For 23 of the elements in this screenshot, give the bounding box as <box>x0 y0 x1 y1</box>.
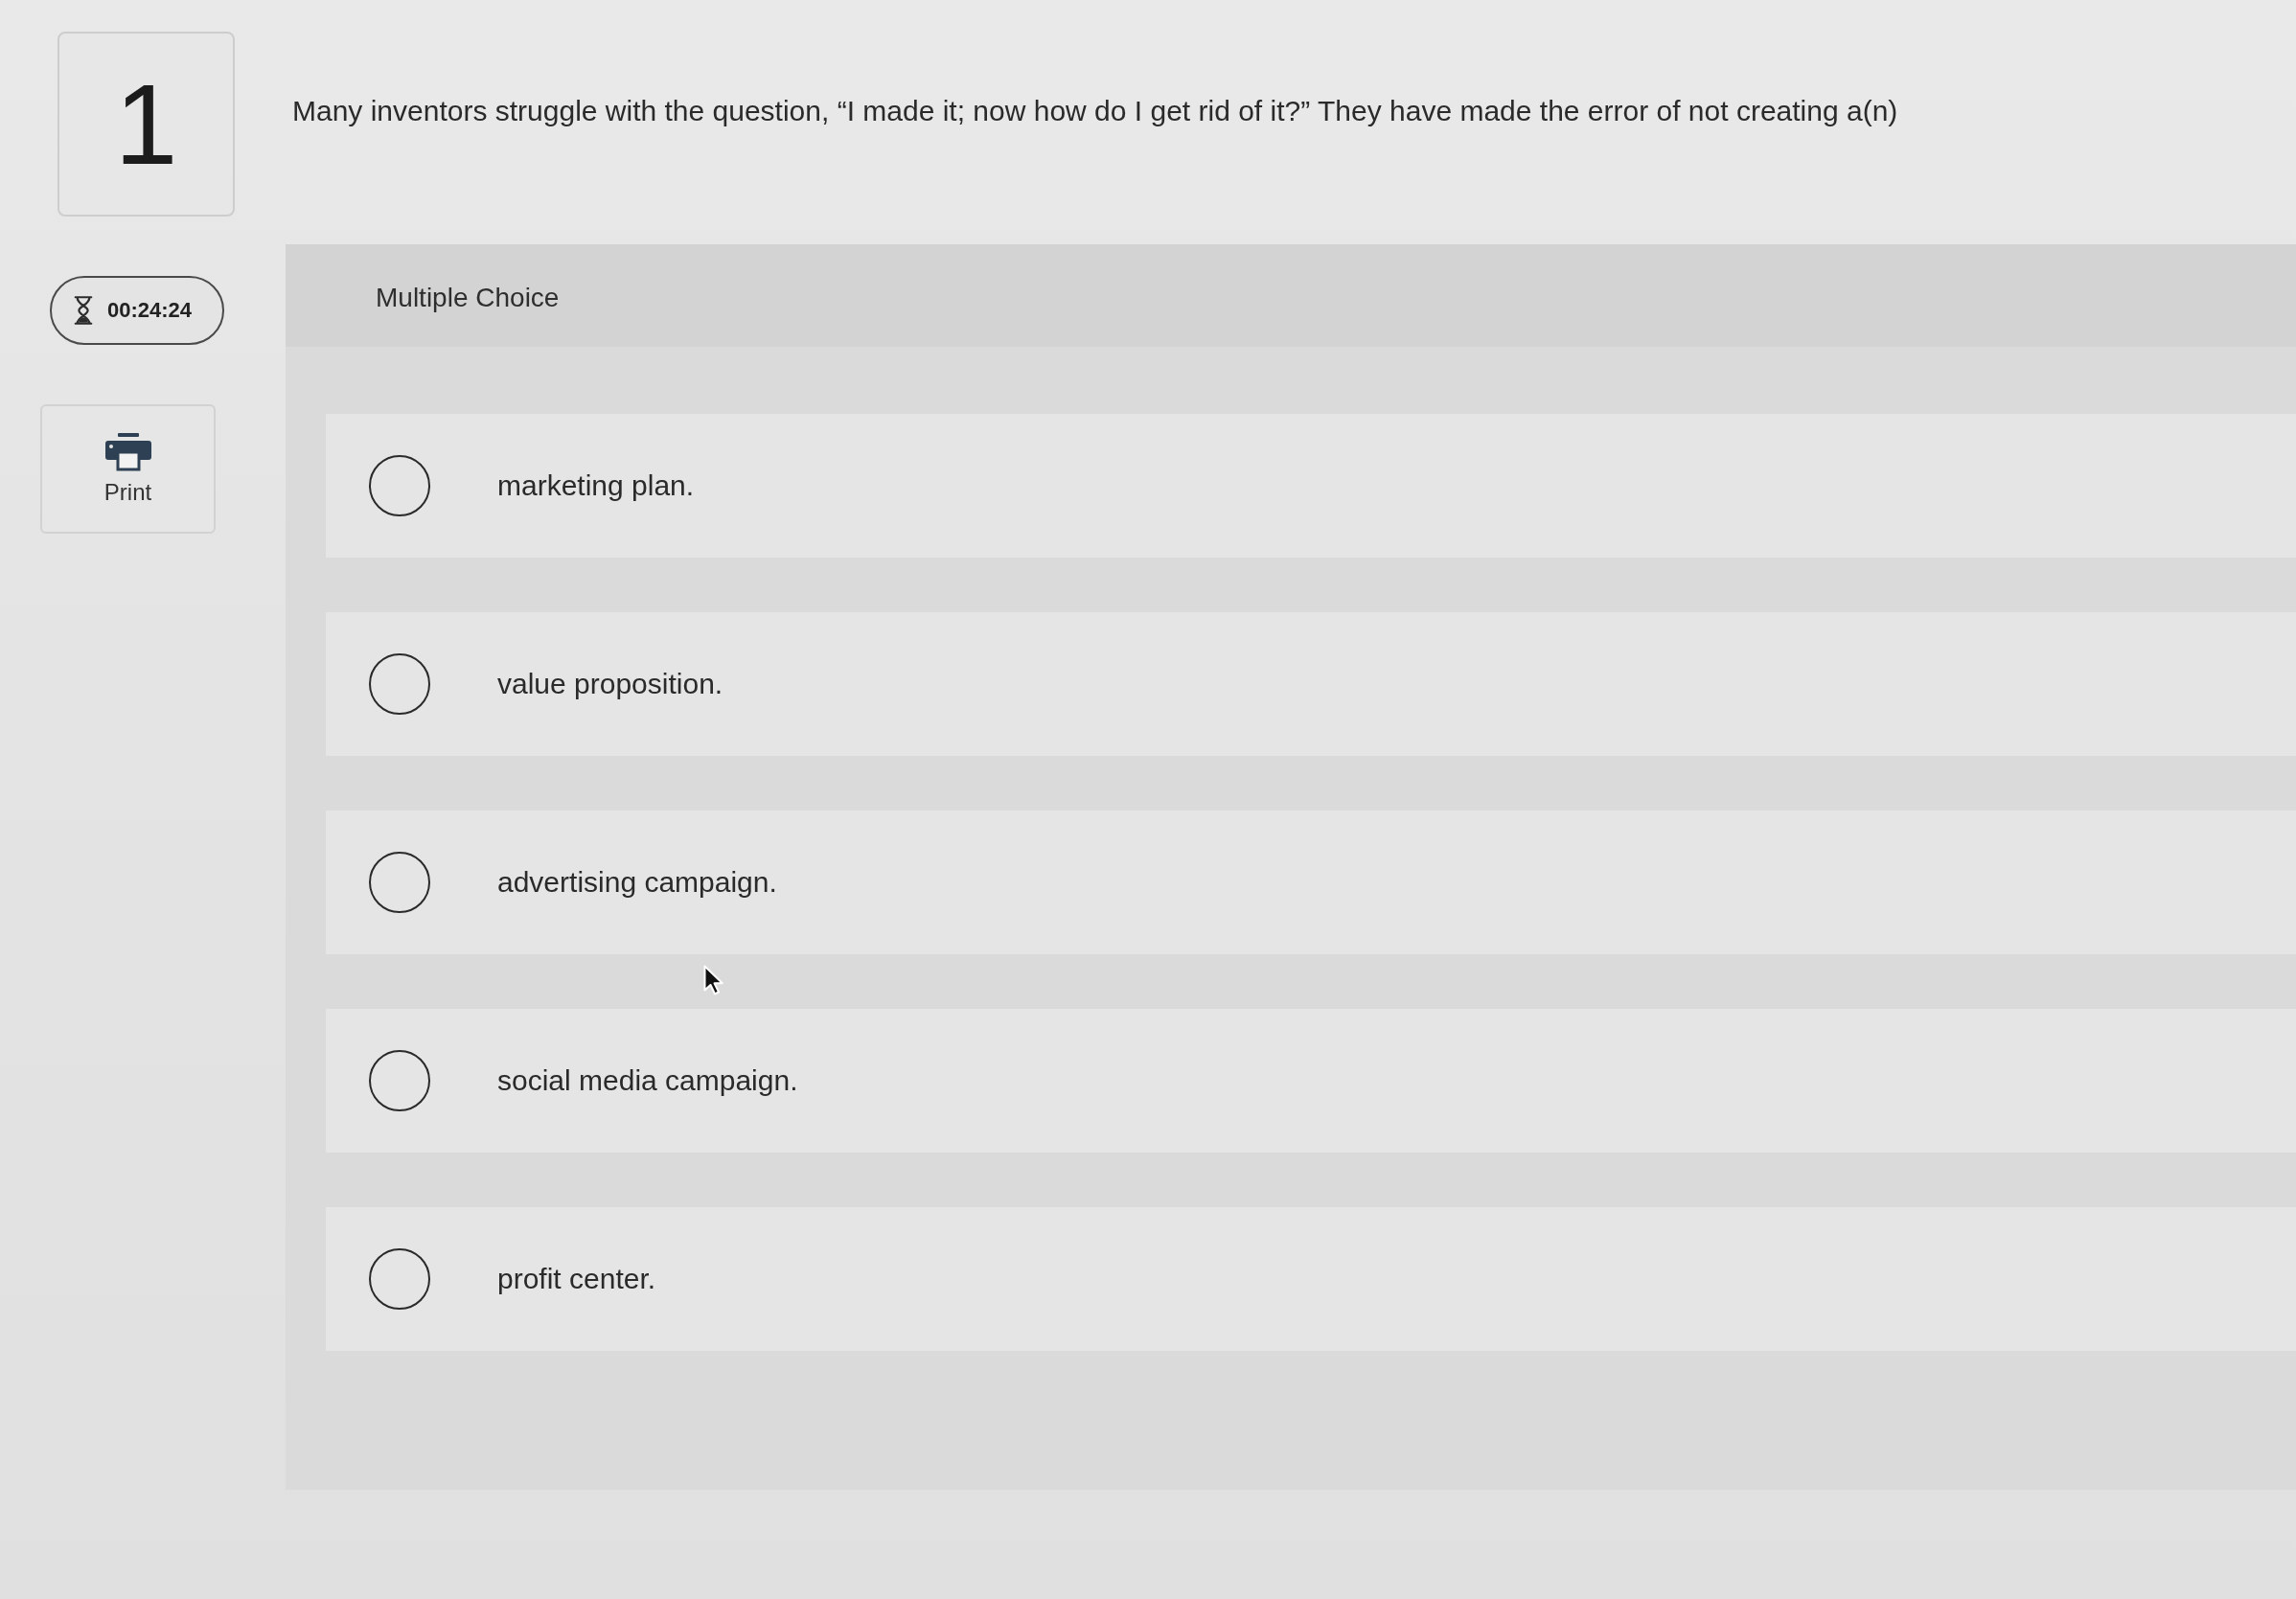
radio-button[interactable] <box>369 1248 430 1310</box>
cursor-icon <box>703 965 724 995</box>
radio-button[interactable] <box>369 852 430 913</box>
option-text: social media campaign. <box>497 1064 798 1097</box>
answer-option[interactable]: profit center. <box>326 1207 2296 1351</box>
option-text: marketing plan. <box>497 469 695 502</box>
radio-button[interactable] <box>369 1050 430 1111</box>
option-text: advertising campaign. <box>497 866 777 899</box>
option-text: value proposition. <box>497 668 723 700</box>
hourglass-icon <box>73 295 94 326</box>
answer-option[interactable]: marketing plan. <box>326 414 2296 558</box>
question-number: 1 <box>57 32 235 217</box>
printer-icon <box>104 432 151 471</box>
answer-option[interactable]: advertising campaign. <box>326 811 2296 954</box>
question-type-label: Multiple Choice <box>376 283 560 312</box>
radio-button[interactable] <box>369 653 430 715</box>
question-text: Many inventors struggle with the question, “I made it; now how do I get rid of it?” They have made the error of not creating a(n) <box>292 94 1899 128</box>
option-text: profit center. <box>497 1263 656 1295</box>
print-button[interactable]: Print <box>40 404 216 534</box>
radio-button[interactable] <box>369 455 430 516</box>
answer-option[interactable]: social media campaign. <box>326 1009 2296 1153</box>
answer-option[interactable]: value proposition. <box>326 612 2296 756</box>
timer-button[interactable]: 00:24:24 <box>50 276 224 345</box>
